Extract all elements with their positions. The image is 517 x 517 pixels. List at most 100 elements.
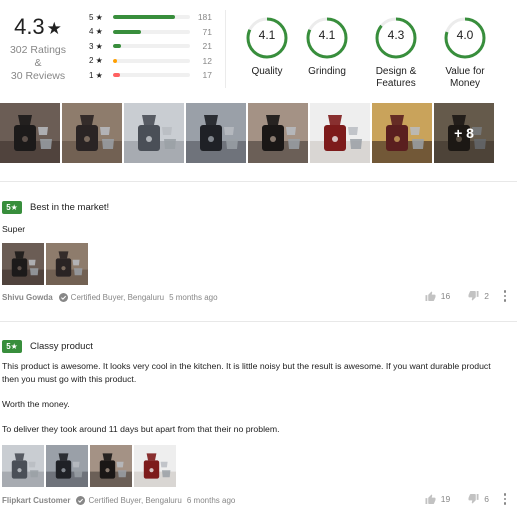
thumbs-up-icon [425,291,436,301]
distribution-bar [113,58,190,63]
thumbs-down-icon [468,290,479,301]
product-photo-image [124,103,184,163]
product-photo-image [0,103,60,163]
gallery-photo[interactable] [372,103,432,163]
product-photo-image [186,103,246,163]
ratings-count: 302 Ratings & [9,44,67,69]
aspect-rating-value: 4.3 [387,28,405,42]
gallery-photo[interactable] [310,103,370,163]
product-photo-image [46,243,88,285]
star-level-count: 17 [202,70,212,81]
review-body: This product is awesome. It looks very c… [2,360,505,448]
product-photo-image [2,445,44,487]
star-level-label: 3 ★ [89,41,103,51]
distribution-row: 4 ★ 71 [89,25,213,40]
review-meta: Flipkart Customer Certified Buyer, Benga… [2,493,507,507]
review-votes: 16 2 [407,290,507,302]
aspect-rating-value: 4.1 [318,28,336,42]
review-votes: 19 6 [407,493,507,505]
aspect-rating-grinding: 4.1 Grinding [292,16,362,78]
distribution-row: 2 ★ 12 [89,54,213,69]
star-level-count: 12 [202,55,212,66]
review-paragraph: Super [2,224,26,234]
review-card: 5★ Classy product This product is awesom… [0,339,517,517]
customer-photo-gallery: + 8 [0,103,517,163]
rating-distribution: 5 ★ 181 4 ★ 71 3 ★ 21 2 ★ 12 1 ★ 17 [89,10,213,83]
aspect-rating-value: 4.0 [456,28,474,42]
product-photo-image [46,445,88,487]
dislike-button[interactable]: 6 [468,493,489,504]
gallery-photo[interactable] [248,103,308,163]
star-level-count: 71 [202,26,212,37]
dislike-button[interactable]: 2 [468,290,489,301]
product-photo-image [372,103,432,163]
gallery-photo[interactable] [62,103,122,163]
certified-buyer-label: Certified Buyer, Bengaluru [70,292,165,302]
more-vertical-icon[interactable] [503,290,507,302]
distribution-row: 1 ★ 17 [89,68,213,83]
review-age: 5 months ago [169,292,218,302]
certified-buyer-label: Certified Buyer, Bengaluru [88,495,182,505]
section-divider [0,181,517,182]
aspect-rating-label: Grinding [308,66,346,77]
product-photo-image [248,103,308,163]
distribution-row: 3 ★ 21 [89,39,213,54]
distribution-row: 5 ★ 181 [89,10,213,25]
review-author: Flipkart Customer [2,495,71,505]
aspect-rating-label: Value for Money [445,66,485,89]
check-circle-icon [58,292,68,302]
review-title: Classy product [30,341,93,352]
review-rating-badge: 5★ [2,201,22,214]
review-photos [2,445,176,487]
review-paragraph: To deliver they took around 11 days but … [2,424,280,434]
star-level-count: 181 [197,12,212,23]
product-photo-image [90,445,132,487]
like-button[interactable]: 19 [425,494,450,504]
distribution-bar-fill [113,44,122,49]
review-photo[interactable] [2,243,44,285]
review-title: Best in the market! [30,202,110,213]
distribution-bar [113,29,190,34]
star-level-label: 5 ★ [89,12,103,22]
thumbs-down-icon [468,493,479,504]
reviews-count: 30 Reviews [10,70,66,82]
star-level-label: 1 ★ [89,70,103,80]
review-photo[interactable] [2,445,44,487]
aspect-rating-label: Design & Features [375,66,417,89]
review-age: 6 months ago [186,495,236,505]
distribution-bar [113,44,190,49]
distribution-bar-fill [113,58,117,63]
gallery-photo[interactable] [186,103,246,163]
like-count: 16 [440,290,451,301]
review-photo[interactable] [134,445,176,487]
distribution-bar [113,15,190,20]
gallery-photo[interactable] [124,103,184,163]
aspect-rating-value-for-money: 4.0 Value for Money [430,16,500,90]
review-rating-badge: 5★ [2,340,22,353]
overall-rating: 4.3 ★ [6,14,70,40]
distribution-bar [113,73,190,78]
review-photo[interactable] [90,445,132,487]
gallery-photo[interactable] [0,103,60,163]
gallery-more-photos[interactable]: + 8 [434,103,494,163]
star-level-count: 21 [202,41,212,52]
check-circle-icon [76,495,86,505]
thumbs-up-icon [425,494,436,504]
product-photo-image [2,243,44,285]
review-photo[interactable] [46,243,88,285]
product-photo-image [134,445,176,487]
overall-rating-block: 4.3 ★ 302 Ratings & 30 Reviews [6,14,70,83]
section-divider [0,321,517,322]
more-vertical-icon[interactable] [503,493,507,505]
review-card: 5★ Best in the market! Super Shivu Gowda… [0,200,517,310]
review-photos [2,243,88,285]
star-icon: ★ [46,19,62,38]
aspect-rating-design: 4.3 Design & Features [361,16,431,90]
dislike-count: 2 [484,290,489,301]
like-button[interactable]: 16 [425,291,450,301]
product-photo-image [310,103,370,163]
review-photo[interactable] [46,445,88,487]
dislike-count: 6 [484,493,489,504]
star-level-label: 2 ★ [89,56,103,66]
aspect-ratings: 4.1 Quality 4.1 Grinding 4.3 Design & Fe… [232,16,517,90]
